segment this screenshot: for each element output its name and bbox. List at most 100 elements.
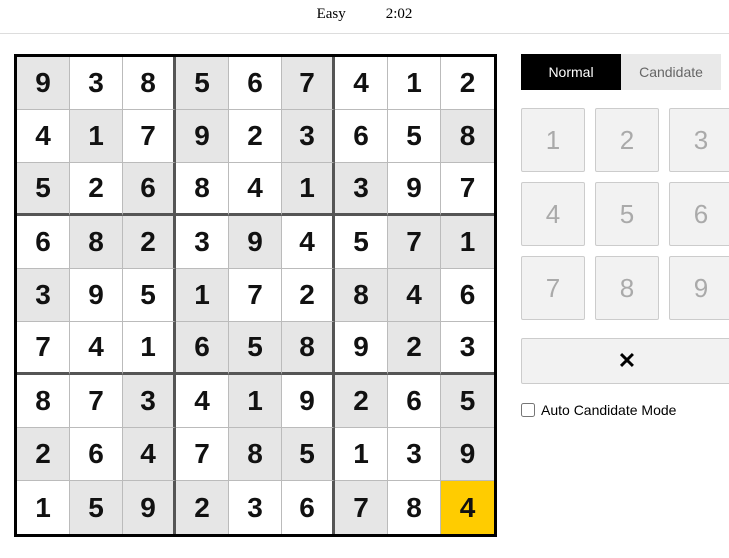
cell[interactable]: 4 bbox=[282, 216, 335, 269]
cell[interactable]: 4 bbox=[229, 163, 282, 216]
cell[interactable]: 4 bbox=[176, 375, 229, 428]
cell[interactable]: 3 bbox=[123, 375, 176, 428]
cell[interactable]: 5 bbox=[388, 110, 441, 163]
close-icon: ✕ bbox=[618, 348, 636, 374]
cell[interactable]: 2 bbox=[176, 481, 229, 534]
key-3[interactable]: 3 bbox=[669, 108, 729, 172]
cell[interactable]: 7 bbox=[229, 269, 282, 322]
cell[interactable]: 8 bbox=[17, 375, 70, 428]
cell[interactable]: 6 bbox=[282, 481, 335, 534]
cell[interactable]: 7 bbox=[388, 216, 441, 269]
sidebar: Normal Candidate 123456789 ✕ Auto Candid… bbox=[521, 54, 721, 537]
cell[interactable]: 9 bbox=[17, 57, 70, 110]
cell[interactable]: 5 bbox=[229, 322, 282, 375]
cell[interactable]: 5 bbox=[441, 375, 494, 428]
cell[interactable]: 4 bbox=[123, 428, 176, 481]
tab-candidate[interactable]: Candidate bbox=[621, 54, 721, 90]
cell[interactable]: 7 bbox=[176, 428, 229, 481]
cell[interactable]: 4 bbox=[388, 269, 441, 322]
cell[interactable]: 1 bbox=[441, 216, 494, 269]
cell[interactable]: 1 bbox=[229, 375, 282, 428]
cell[interactable]: 6 bbox=[17, 216, 70, 269]
cell[interactable]: 6 bbox=[441, 269, 494, 322]
cell[interactable]: 9 bbox=[123, 481, 176, 534]
cell[interactable]: 4 bbox=[441, 481, 494, 534]
auto-candidate[interactable]: Auto Candidate Mode bbox=[521, 402, 721, 418]
cell[interactable]: 3 bbox=[229, 481, 282, 534]
key-2[interactable]: 2 bbox=[595, 108, 659, 172]
cell[interactable]: 3 bbox=[176, 216, 229, 269]
cell[interactable]: 6 bbox=[123, 163, 176, 216]
cell[interactable]: 1 bbox=[70, 110, 123, 163]
cell[interactable]: 2 bbox=[123, 216, 176, 269]
cell[interactable]: 9 bbox=[388, 163, 441, 216]
cell[interactable]: 2 bbox=[70, 163, 123, 216]
cell[interactable]: 3 bbox=[17, 269, 70, 322]
cell[interactable]: 7 bbox=[123, 110, 176, 163]
cell[interactable]: 4 bbox=[17, 110, 70, 163]
cell[interactable]: 1 bbox=[388, 57, 441, 110]
cell[interactable]: 9 bbox=[335, 322, 388, 375]
cell[interactable]: 8 bbox=[388, 481, 441, 534]
cell[interactable]: 9 bbox=[229, 216, 282, 269]
cell[interactable]: 2 bbox=[229, 110, 282, 163]
cell[interactable]: 8 bbox=[229, 428, 282, 481]
cell[interactable]: 5 bbox=[176, 57, 229, 110]
cell[interactable]: 9 bbox=[70, 269, 123, 322]
cell[interactable]: 1 bbox=[282, 163, 335, 216]
cell[interactable]: 9 bbox=[176, 110, 229, 163]
cell[interactable]: 5 bbox=[335, 216, 388, 269]
cell[interactable]: 8 bbox=[282, 322, 335, 375]
cell[interactable]: 8 bbox=[176, 163, 229, 216]
cell[interactable]: 3 bbox=[70, 57, 123, 110]
key-7[interactable]: 7 bbox=[521, 256, 585, 320]
cell[interactable]: 8 bbox=[70, 216, 123, 269]
cell[interactable]: 9 bbox=[282, 375, 335, 428]
cell[interactable]: 9 bbox=[441, 428, 494, 481]
cell[interactable]: 4 bbox=[70, 322, 123, 375]
key-5[interactable]: 5 bbox=[595, 182, 659, 246]
cell[interactable]: 2 bbox=[335, 375, 388, 428]
cell[interactable]: 7 bbox=[282, 57, 335, 110]
key-1[interactable]: 1 bbox=[521, 108, 585, 172]
cell[interactable]: 1 bbox=[17, 481, 70, 534]
cell[interactable]: 3 bbox=[441, 322, 494, 375]
cell[interactable]: 1 bbox=[176, 269, 229, 322]
cell[interactable]: 6 bbox=[176, 322, 229, 375]
tab-normal[interactable]: Normal bbox=[521, 54, 621, 90]
cell[interactable]: 6 bbox=[70, 428, 123, 481]
auto-candidate-checkbox[interactable] bbox=[521, 403, 535, 417]
cell[interactable]: 7 bbox=[335, 481, 388, 534]
cell[interactable]: 5 bbox=[17, 163, 70, 216]
header: Easy 2:02 bbox=[0, 0, 729, 34]
cell[interactable]: 6 bbox=[229, 57, 282, 110]
cell[interactable]: 2 bbox=[282, 269, 335, 322]
cell[interactable]: 3 bbox=[388, 428, 441, 481]
cell[interactable]: 3 bbox=[282, 110, 335, 163]
clear-button[interactable]: ✕ bbox=[521, 338, 729, 384]
cell[interactable]: 8 bbox=[123, 57, 176, 110]
cell[interactable]: 5 bbox=[70, 481, 123, 534]
timer: 2:02 bbox=[386, 6, 413, 23]
cell[interactable]: 2 bbox=[17, 428, 70, 481]
cell[interactable]: 4 bbox=[335, 57, 388, 110]
cell[interactable]: 7 bbox=[70, 375, 123, 428]
cell[interactable]: 8 bbox=[441, 110, 494, 163]
cell[interactable]: 5 bbox=[123, 269, 176, 322]
cell[interactable]: 2 bbox=[388, 322, 441, 375]
cell[interactable]: 2 bbox=[441, 57, 494, 110]
cell[interactable]: 8 bbox=[335, 269, 388, 322]
key-8[interactable]: 8 bbox=[595, 256, 659, 320]
key-4[interactable]: 4 bbox=[521, 182, 585, 246]
key-9[interactable]: 9 bbox=[669, 256, 729, 320]
cell[interactable]: 6 bbox=[388, 375, 441, 428]
cell[interactable]: 7 bbox=[441, 163, 494, 216]
cell[interactable]: 7 bbox=[17, 322, 70, 375]
cell[interactable]: 3 bbox=[335, 163, 388, 216]
cell[interactable]: 5 bbox=[282, 428, 335, 481]
key-6[interactable]: 6 bbox=[669, 182, 729, 246]
cell[interactable]: 6 bbox=[335, 110, 388, 163]
cell[interactable]: 1 bbox=[335, 428, 388, 481]
main: 9385674124179236585268413976823945713951… bbox=[0, 34, 729, 547]
cell[interactable]: 1 bbox=[123, 322, 176, 375]
